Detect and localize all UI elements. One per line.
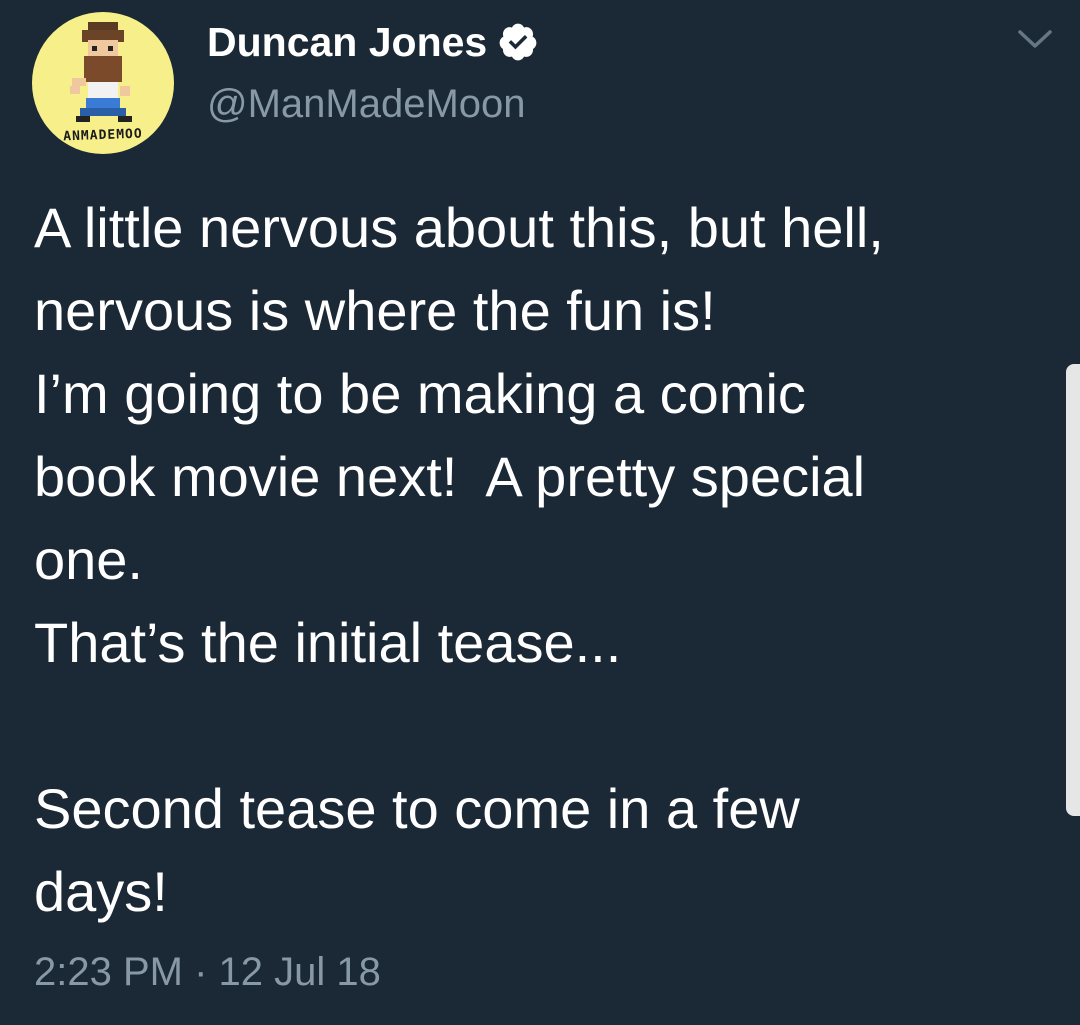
tweet-timestamp[interactable]: 2:23 PM · 12 Jul 18 <box>34 944 381 1000</box>
tweet-text-line: A little nervous about this, but hell, <box>34 196 884 259</box>
tweet-card: ANMADEMOO Duncan Jones @ManMadeMoon A li… <box>0 0 1080 1025</box>
tweet-text: A little nervous about this, but hell, n… <box>34 186 1044 933</box>
tweet-text-line: That’s the initial tease... <box>34 611 622 674</box>
display-name[interactable]: Duncan Jones <box>207 16 487 68</box>
chevron-down-icon[interactable] <box>1012 24 1058 54</box>
tweet-text-line: days! <box>34 860 168 923</box>
tweet-text-line: I’m going to be making a comic <box>34 362 806 425</box>
tweet-text-line <box>34 684 1044 767</box>
author-name-row: Duncan Jones <box>207 16 539 68</box>
avatar[interactable]: ANMADEMOO <box>32 12 174 154</box>
scrollbar[interactable] <box>1066 364 1080 816</box>
tweet-text-line: nervous is where the fun is! <box>34 279 716 342</box>
author-handle[interactable]: @ManMadeMoon <box>207 80 526 128</box>
tweet-text-line: Second tease to come in a few <box>34 777 800 840</box>
tweet-text-line: book movie next! A pretty special <box>34 445 866 508</box>
verified-badge-icon <box>499 23 537 61</box>
tweet-text-line: one. <box>34 528 143 591</box>
